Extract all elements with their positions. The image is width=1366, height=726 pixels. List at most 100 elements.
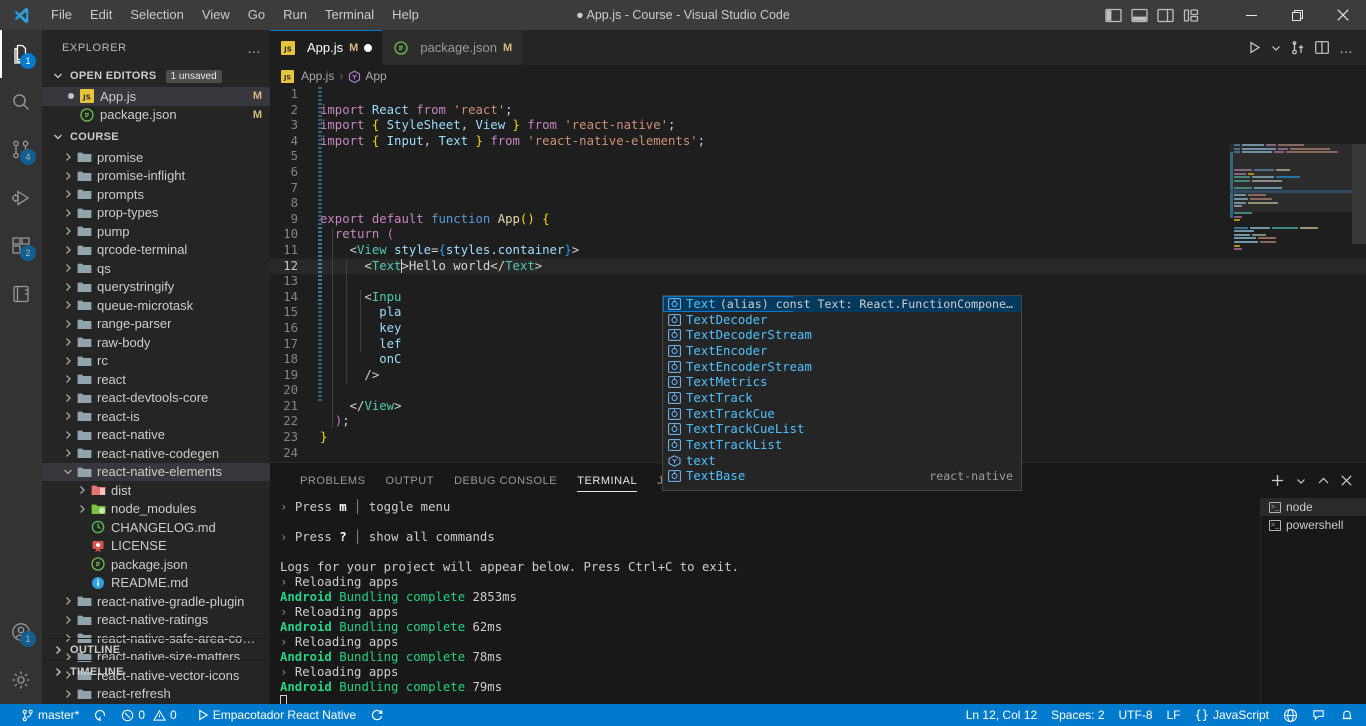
suggestion-item-texttrackcue[interactable]: TextTrackCue (663, 406, 1021, 422)
open-editor-package-json[interactable]: package.json M (42, 106, 270, 125)
tree-item-changelog-md[interactable]: CHANGELOG.md (42, 518, 270, 537)
breadcrumb-symbol[interactable]: App (365, 69, 386, 83)
status-refresh[interactable] (363, 704, 391, 726)
status-problems[interactable]: 0 0 (114, 704, 183, 726)
split-editor-icon[interactable] (1315, 41, 1329, 54)
code-line[interactable]: 1 (270, 87, 1366, 103)
close-panel-icon[interactable] (1341, 475, 1352, 486)
status-cursor-position[interactable]: Ln 12, Col 12 (959, 704, 1044, 726)
tree-item-react[interactable]: react (42, 370, 270, 389)
suggestion-item-textencoder[interactable]: TextEncoder (663, 343, 1021, 359)
customize-layout-icon[interactable] (1183, 8, 1200, 23)
more-actions-icon[interactable]: … (1339, 41, 1354, 55)
tab-app-js[interactable]: JS App.js M (270, 30, 384, 65)
tree-item-raw-body[interactable]: raw-body (42, 333, 270, 352)
terminal-output[interactable]: › Press m │ toggle menu › Press ? │ show… (270, 498, 1260, 704)
chevron-right-icon[interactable] (60, 223, 76, 239)
code-line[interactable]: 11 <View style={styles.container}> (270, 243, 1366, 259)
chevron-right-icon[interactable] (60, 427, 76, 443)
menu-view[interactable]: View (193, 0, 239, 30)
tree-item-react-native-codegen[interactable]: react-native-codegen (42, 444, 270, 463)
code-line[interactable]: 4 import { Input, Text } from 'react-nati… (270, 134, 1366, 150)
panel-tab-debug-console[interactable]: DEBUG CONSOLE (444, 463, 567, 498)
menu-terminal[interactable]: Terminal (316, 0, 383, 30)
window-controls[interactable] (1228, 0, 1366, 30)
menu-selection[interactable]: Selection (121, 0, 192, 30)
code-line[interactable]: 3 import { StyleSheet, View } from 'react… (270, 118, 1366, 134)
suggestion-item-textdecoder[interactable]: TextDecoder (663, 312, 1021, 328)
tree-item-prop-types[interactable]: prop-types (42, 204, 270, 223)
layout-controls[interactable] (1105, 0, 1200, 30)
activitybar-item-accounts[interactable]: 1 (0, 608, 42, 656)
code-line[interactable]: 12 <Text>Hello world</Text> (270, 258, 1366, 275)
status-live-share[interactable] (1276, 704, 1305, 726)
status-eol[interactable]: LF (1160, 704, 1188, 726)
menu-help[interactable]: Help (383, 0, 428, 30)
editor-scrollbar[interactable] (1352, 144, 1366, 462)
suggestion-item-textdecoderstream[interactable]: TextDecoderStream (663, 327, 1021, 343)
suggestion-widget[interactable]: Text (alias) const Text: React.FunctionCo… (662, 295, 1022, 491)
tree-item-react-refresh[interactable]: react-refresh (42, 685, 270, 704)
chevron-right-icon[interactable] (74, 501, 90, 517)
tree-item-react-is[interactable]: react-is (42, 407, 270, 426)
status-branch[interactable]: master* (14, 704, 86, 726)
suggestion-item-text[interactable]: text (663, 453, 1021, 469)
chevron-down-icon[interactable] (1271, 43, 1281, 53)
maximize-button[interactable] (1274, 0, 1320, 30)
tree-item-node-modules[interactable]: node_modules (42, 500, 270, 519)
split-source-control-icon[interactable] (1291, 40, 1305, 55)
status-sync-changes[interactable] (86, 704, 114, 726)
code-line[interactable]: 10 return ( (270, 227, 1366, 243)
status-remote-indicator[interactable] (0, 704, 14, 726)
chevron-right-icon[interactable] (60, 279, 76, 295)
tree-item-querystringify[interactable]: querystringify (42, 278, 270, 297)
chevron-right-icon[interactable] (60, 316, 76, 332)
activitybar-item-source-control[interactable]: 4 (0, 126, 42, 174)
chevron-right-icon[interactable] (60, 334, 76, 350)
menu-file[interactable]: File (42, 0, 81, 30)
chevron-down-icon[interactable] (1296, 476, 1306, 486)
tree-item-license[interactable]: LICENSE (42, 537, 270, 556)
minimize-button[interactable] (1228, 0, 1274, 30)
status-encoding[interactable]: UTF-8 (1112, 704, 1160, 726)
status-language-mode[interactable]: {} JavaScript (1188, 704, 1276, 726)
code-line[interactable]: 9 export default function App() { (270, 212, 1366, 228)
chevron-right-icon[interactable] (60, 297, 76, 313)
code-line[interactable]: 2 import React from 'react'; (270, 103, 1366, 119)
chevron-right-icon[interactable] (60, 390, 76, 406)
code-line[interactable]: 13 (270, 274, 1366, 290)
toggle-panel-icon[interactable] (1131, 8, 1148, 23)
section-open-editors[interactable]: OPEN EDITORS 1 unsaved (42, 65, 270, 87)
chevron-right-icon[interactable] (60, 205, 76, 221)
chevron-right-icon[interactable] (60, 353, 76, 369)
menu-bar[interactable]: File Edit Selection View Go Run Terminal… (42, 0, 428, 30)
activitybar-item-manage-settings[interactable] (0, 656, 42, 704)
minimap-slider[interactable] (1230, 144, 1352, 212)
suggestion-item-textencoderstream[interactable]: TextEncoderStream (663, 359, 1021, 375)
tree-item-prompts[interactable]: prompts (42, 185, 270, 204)
code-line[interactable]: 6 (270, 165, 1366, 181)
section-outline[interactable]: OUTLINE (42, 638, 270, 660)
run-icon[interactable] (1248, 41, 1261, 54)
menu-run[interactable]: Run (274, 0, 316, 30)
chevron-right-icon[interactable] (60, 445, 76, 461)
menu-edit[interactable]: Edit (81, 0, 121, 30)
suggestion-item-texttracklist[interactable]: TextTrackList (663, 437, 1021, 453)
tree-item-react-native[interactable]: react-native (42, 426, 270, 445)
code-line[interactable]: 8 (270, 196, 1366, 212)
tree-item-qrcode-terminal[interactable]: qrcode-terminal (42, 241, 270, 260)
section-timeline[interactable]: TIMELINE (42, 660, 270, 682)
code-line[interactable]: 5 (270, 149, 1366, 165)
activitybar-item-test-explorer[interactable] (0, 270, 42, 318)
code-line[interactable]: 7 (270, 181, 1366, 197)
panel-tab-terminal[interactable]: TERMINAL (567, 463, 647, 498)
chevron-right-icon[interactable] (74, 482, 90, 498)
tree-item-qs[interactable]: qs (42, 259, 270, 278)
chevron-right-icon[interactable] (60, 186, 76, 202)
toggle-secondary-sidebar-icon[interactable] (1157, 8, 1174, 23)
tree-item-readme-md[interactable]: README.md (42, 574, 270, 593)
activitybar-item-explorer[interactable]: 1 (0, 30, 42, 78)
suggestion-item-texttrack[interactable]: TextTrack (663, 390, 1021, 406)
tree-item-dist[interactable]: dist (42, 481, 270, 500)
activitybar-item-extensions[interactable]: 2 (0, 222, 42, 270)
